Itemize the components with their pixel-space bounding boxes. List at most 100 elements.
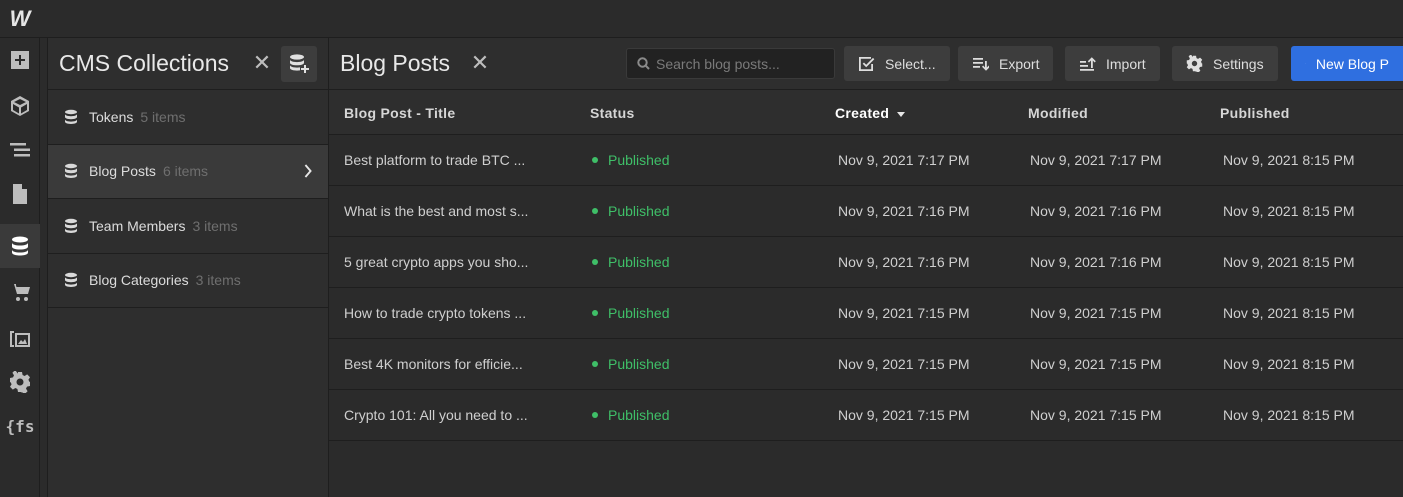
table-row[interactable]: 5 great crypto apps you sho... Published N…: [329, 237, 1403, 288]
collection-name: Tokens: [89, 108, 134, 125]
export-button-label: Export: [999, 55, 1040, 72]
cell-title: What is the best and most s...: [344, 203, 529, 219]
status-badge: Published: [608, 305, 670, 321]
chevron-right-icon: [302, 163, 316, 181]
table-row[interactable]: Best 4K monitors for efficie... Published…: [329, 339, 1403, 390]
collection-count: 6 items: [162, 163, 209, 180]
status-badge: Published: [608, 254, 670, 270]
collections-title: CMS Collections: [59, 50, 229, 76]
cell-created: Nov 9, 2021 7:17 PM: [838, 152, 970, 168]
import-button-label: Import: [1106, 55, 1146, 72]
column-header-created-label: Created: [835, 105, 890, 121]
column-header-created[interactable]: Created: [835, 105, 906, 121]
close-collections-button[interactable]: ✕: [251, 52, 273, 74]
select-button-label: Select...: [885, 55, 936, 72]
sort-down-icon: [897, 111, 906, 117]
select-button[interactable]: Select...: [844, 46, 950, 81]
table-row[interactable]: How to trade crypto tokens ... Published N…: [329, 288, 1403, 339]
status-dot: [592, 310, 598, 316]
database-icon: [65, 273, 77, 288]
column-header-published[interactable]: Published: [1220, 105, 1290, 121]
settings-button-label: Settings: [1213, 55, 1264, 72]
settings-rail-button[interactable]: [0, 360, 40, 404]
status-badge: Published: [608, 152, 670, 168]
table-row[interactable]: Best platform to trade BTC ... Published N…: [329, 135, 1403, 186]
cell-title: Best 4K monitors for efficie...: [344, 356, 523, 372]
symbols-button[interactable]: [0, 84, 40, 128]
export-icon: [973, 58, 989, 71]
plus-square-icon: [11, 51, 29, 69]
status-dot: [592, 412, 598, 418]
collection-main-panel: Blog Posts ✕ Select... Export Import Set…: [329, 38, 1403, 497]
collection-count: 3 items: [192, 217, 238, 234]
search-input[interactable]: [656, 55, 826, 72]
cube-icon: [11, 96, 29, 116]
checkbox-icon: [859, 57, 875, 71]
status-badge: Published: [608, 203, 670, 219]
finsweet-button[interactable]: {fs: [0, 404, 40, 448]
cell-title: Crypto 101: All you need to ...: [344, 407, 528, 423]
pages-button[interactable]: [0, 172, 40, 216]
add-collection-button[interactable]: [281, 46, 317, 82]
cell-created: Nov 9, 2021 7:16 PM: [838, 203, 970, 219]
search-box[interactable]: [626, 48, 835, 79]
export-button[interactable]: Export: [958, 46, 1054, 81]
collection-name: Blog Categories: [89, 272, 189, 289]
database-icon: [65, 218, 77, 233]
navigator-button[interactable]: [0, 128, 40, 172]
cell-published: Nov 9, 2021 8:15 PM: [1223, 203, 1355, 219]
cell-created: Nov 9, 2021 7:15 PM: [838, 356, 970, 372]
panel-gutter: [40, 38, 47, 497]
webflow-logo[interactable]: W: [0, 0, 40, 38]
cart-icon: [10, 284, 30, 301]
cell-modified: Nov 9, 2021 7:15 PM: [1030, 305, 1162, 321]
status-dot: [592, 361, 598, 367]
collection-item-team-members[interactable]: Team Members 3 items: [48, 199, 328, 254]
assets-button[interactable]: [0, 316, 40, 360]
gear-icon: [1186, 55, 1203, 72]
search-icon: [637, 57, 650, 70]
settings-button[interactable]: Settings: [1172, 46, 1278, 81]
cms-window: W {fs CMS Collections ✕ Tokens 5 items B…: [0, 0, 1403, 497]
cell-modified: Nov 9, 2021 7:16 PM: [1030, 254, 1162, 270]
table-row[interactable]: What is the best and most s... Published N…: [329, 186, 1403, 237]
database-icon: [65, 109, 77, 124]
collections-panel: CMS Collections ✕ Tokens 5 items Blog Po…: [47, 38, 329, 497]
cell-created: Nov 9, 2021 7:15 PM: [838, 407, 970, 423]
table-header: Blog Post - Title Status Created Modifie…: [329, 90, 1403, 135]
gear-icon: [10, 371, 30, 393]
plus-icon: [1305, 63, 1306, 64]
cell-created: Nov 9, 2021 7:16 PM: [838, 254, 970, 270]
finsweet-icon: {fs: [5, 416, 35, 436]
collection-item-blog-categories[interactable]: Blog Categories 3 items: [48, 254, 328, 308]
top-bar: W: [0, 0, 1403, 38]
column-header-modified[interactable]: Modified: [1028, 105, 1088, 121]
collection-name: Team Members: [89, 217, 186, 234]
collection-count: 3 items: [195, 272, 241, 289]
close-collection-button[interactable]: ✕: [469, 52, 491, 74]
page-icon: [13, 184, 27, 204]
navigator-icon: [10, 143, 30, 157]
ecommerce-button[interactable]: [0, 270, 40, 314]
cell-modified: Nov 9, 2021 7:15 PM: [1030, 356, 1162, 372]
collection-item-tokens[interactable]: Tokens 5 items: [48, 90, 328, 145]
main-header: Blog Posts ✕ Select... Export Import Set…: [329, 38, 1403, 90]
add-panel-button[interactable]: [0, 38, 40, 82]
new-blog-post-button[interactable]: New Blog P: [1291, 46, 1403, 81]
status-dot: [592, 208, 598, 214]
import-button[interactable]: Import: [1065, 46, 1160, 81]
cms-button[interactable]: [0, 224, 40, 268]
column-header-status[interactable]: Status: [590, 105, 635, 121]
import-icon: [1080, 57, 1096, 71]
cell-title: 5 great crypto apps you sho...: [344, 254, 529, 270]
collection-count: 5 items: [140, 108, 186, 125]
table-row[interactable]: Crypto 101: All you need to ... Published…: [329, 390, 1403, 441]
page-title: Blog Posts: [340, 50, 450, 76]
cell-modified: Nov 9, 2021 7:15 PM: [1030, 407, 1162, 423]
cell-title: Best platform to trade BTC ...: [344, 152, 526, 168]
column-header-title[interactable]: Blog Post - Title: [344, 105, 455, 121]
status-badge: Published: [608, 407, 670, 423]
collection-item-blog-posts[interactable]: Blog Posts 6 items: [48, 144, 328, 199]
collection-name: Blog Posts: [89, 163, 156, 180]
cell-published: Nov 9, 2021 8:15 PM: [1223, 356, 1355, 372]
